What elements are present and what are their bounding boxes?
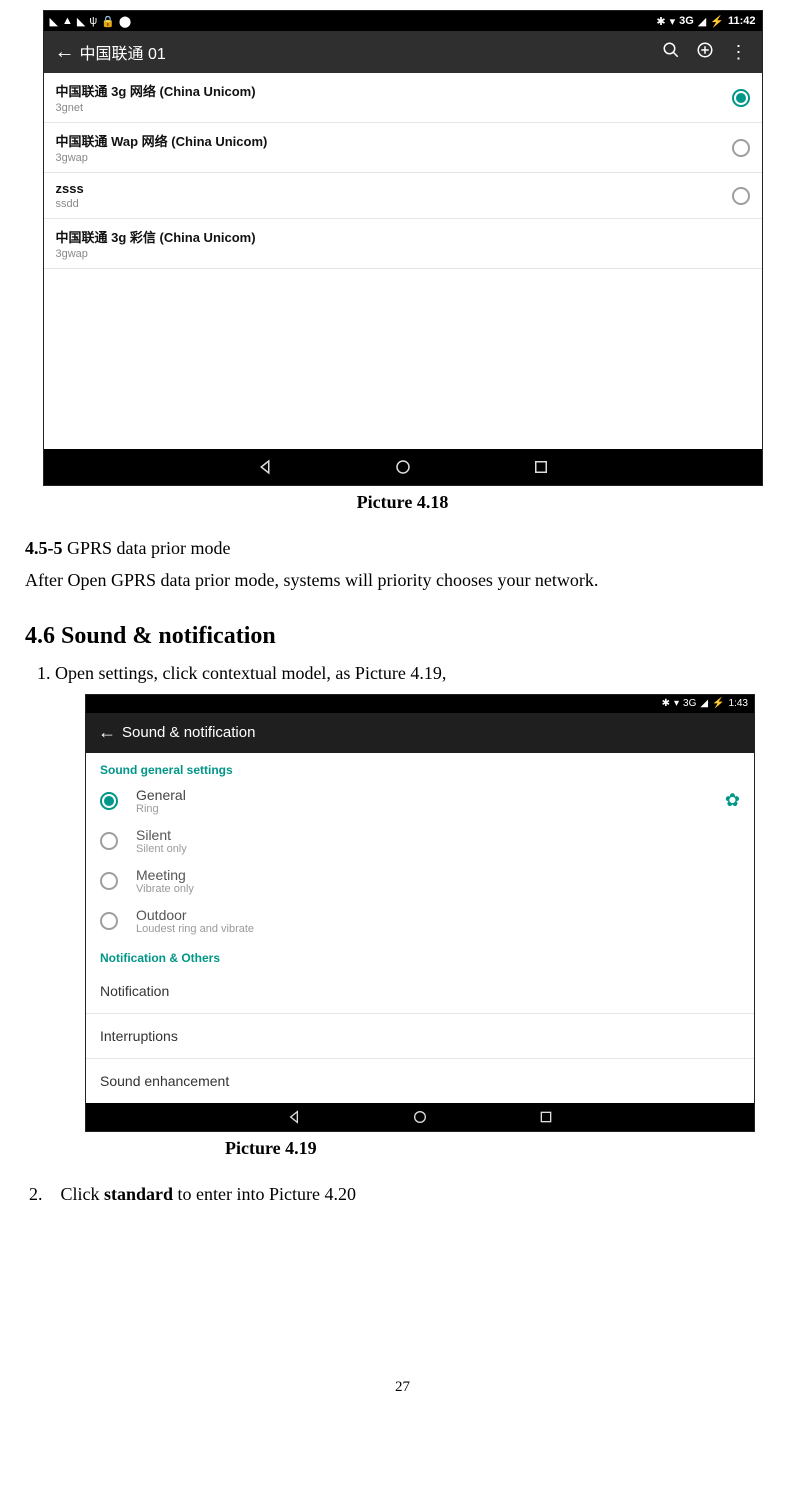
caption-418: Picture 4.18: [25, 492, 780, 513]
signal-icon: ◢: [698, 15, 706, 28]
heading-4-6: 4.6 Sound & notification: [25, 623, 780, 650]
network-type: 3G: [683, 698, 696, 709]
status-icon: ◣: [50, 15, 58, 28]
recent-nav-icon[interactable]: [532, 458, 550, 476]
row-sound-enhancement[interactable]: Sound enhancement: [86, 1058, 754, 1103]
battery-icon: ⚡: [710, 15, 724, 28]
nav-bar: [44, 449, 762, 485]
step-2-text-a: Click: [61, 1184, 105, 1204]
usb-icon: ψ: [89, 15, 97, 27]
home-nav-icon[interactable]: [412, 1109, 428, 1125]
apn-row[interactable]: 中国联通 Wap 网络 (China Unicom) 3gwap: [44, 123, 762, 173]
signal-icon: ◢: [700, 698, 708, 709]
row-interruptions[interactable]: Interruptions: [86, 1013, 754, 1058]
app-bar-title: Sound & notification: [122, 724, 255, 741]
step-2-text-c: to enter into Picture 4.20: [173, 1184, 356, 1204]
app-bar: ← 中国联通 01 ⋮: [44, 31, 762, 73]
apn-sub: 3gwap: [56, 152, 732, 164]
home-nav-icon[interactable]: [394, 458, 412, 476]
profile-row-general[interactable]: General Ring ✿: [86, 781, 754, 821]
apn-title: zsss: [56, 181, 732, 196]
app-bar-title: 中国联通 01: [80, 40, 654, 64]
step-2: 2. Click standard to enter into Picture …: [25, 1181, 780, 1209]
step-2-text-b: standard: [104, 1184, 173, 1204]
more-icon[interactable]: ⋮: [722, 42, 756, 63]
profile-sub: Silent only: [136, 843, 740, 855]
sound-screenshot: ✱ ▾ 3G ◢ ⚡ 1:43 ← Sound & notification S…: [85, 694, 755, 1132]
profile-sub: Ring: [136, 803, 704, 815]
bluetooth-icon: ✱: [656, 15, 665, 28]
step-1: 1. Open settings, click contextual model…: [25, 660, 780, 688]
battery-icon: ⚡: [712, 698, 724, 709]
apn-title: 中国联通 3g 彩信 (China Unicom): [56, 227, 750, 246]
status-icon: ◣: [77, 15, 85, 28]
clock: 1:43: [729, 698, 748, 709]
network-type: 3G: [679, 15, 694, 27]
section-4-5-5: 4.5-5 GPRS data prior mode: [25, 535, 780, 563]
apn-row[interactable]: 中国联通 3g 彩信 (China Unicom) 3gwap: [44, 219, 762, 269]
apn-sub: 3gnet: [56, 102, 732, 114]
back-nav-icon[interactable]: [286, 1109, 302, 1125]
apn-row[interactable]: 中国联通 3g 网络 (China Unicom) 3gnet: [44, 73, 762, 123]
page-number: 27: [25, 1379, 780, 1396]
status-icon: ⬤: [119, 15, 131, 28]
app-bar: ← Sound & notification: [86, 713, 754, 753]
profile-title: Silent: [136, 827, 740, 843]
caption-419: Picture 4.19: [25, 1138, 780, 1159]
section-header-general: Sound general settings: [86, 753, 754, 781]
wifi-icon: ▾: [674, 698, 679, 709]
profile-row-outdoor[interactable]: Outdoor Loudest ring and vibrate: [86, 901, 754, 941]
bluetooth-icon: ✱: [662, 698, 670, 709]
status-icon: ▲: [62, 15, 73, 27]
apn-sub: 3gwap: [56, 248, 750, 260]
blank-area: [44, 269, 762, 449]
recent-nav-icon[interactable]: [538, 1109, 554, 1125]
search-icon[interactable]: [654, 41, 688, 64]
section-header-others: Notification & Others: [86, 941, 754, 969]
profile-sub: Vibrate only: [136, 883, 740, 895]
profile-title: Outdoor: [136, 907, 740, 923]
profile-title: Meeting: [136, 867, 740, 883]
section-4-5-5-body: After Open GPRS data prior mode, systems…: [25, 567, 780, 595]
gear-icon[interactable]: ✿: [704, 790, 740, 811]
radio-selected-icon[interactable]: [732, 89, 750, 107]
row-notification[interactable]: Notification: [86, 969, 754, 1013]
radio-icon[interactable]: [100, 872, 118, 890]
radio-icon[interactable]: [732, 187, 750, 205]
radio-icon[interactable]: [100, 912, 118, 930]
status-bar: ◣ ▲ ◣ ψ 🔒 ⬤ ✱ ▾ 3G ◢ ⚡ 11:42: [44, 11, 762, 31]
profile-sub: Loudest ring and vibrate: [136, 923, 740, 935]
apn-sub: ssdd: [56, 198, 732, 210]
apn-list: 中国联通 3g 网络 (China Unicom) 3gnet 中国联通 Wap…: [44, 73, 762, 449]
apn-screenshot: ◣ ▲ ◣ ψ 🔒 ⬤ ✱ ▾ 3G ◢ ⚡ 11:42 ← 中国联通 01: [43, 10, 763, 486]
nav-bar: [86, 1103, 754, 1131]
profile-row-meeting[interactable]: Meeting Vibrate only: [86, 861, 754, 901]
step-2-num: 2.: [29, 1184, 43, 1204]
profile-row-silent[interactable]: Silent Silent only: [86, 821, 754, 861]
radio-selected-icon[interactable]: [100, 792, 118, 810]
back-nav-icon[interactable]: [256, 458, 274, 476]
wifi-icon: ▾: [670, 15, 676, 28]
section-num: 4.5-5: [25, 538, 63, 558]
back-button[interactable]: ←: [92, 722, 122, 743]
clock: 11:42: [728, 15, 756, 27]
radio-icon[interactable]: [100, 832, 118, 850]
status-bar: ✱ ▾ 3G ◢ ⚡ 1:43: [86, 695, 754, 713]
lock-icon: 🔒: [101, 15, 115, 28]
apn-title: 中国联通 3g 网络 (China Unicom): [56, 81, 732, 100]
apn-row[interactable]: zsss ssdd: [44, 173, 762, 219]
back-button[interactable]: ←: [50, 41, 80, 64]
radio-icon[interactable]: [732, 139, 750, 157]
profile-title: General: [136, 787, 704, 803]
section-title: GPRS data prior mode: [63, 538, 231, 558]
add-icon[interactable]: [688, 41, 722, 64]
apn-title: 中国联通 Wap 网络 (China Unicom): [56, 131, 732, 150]
